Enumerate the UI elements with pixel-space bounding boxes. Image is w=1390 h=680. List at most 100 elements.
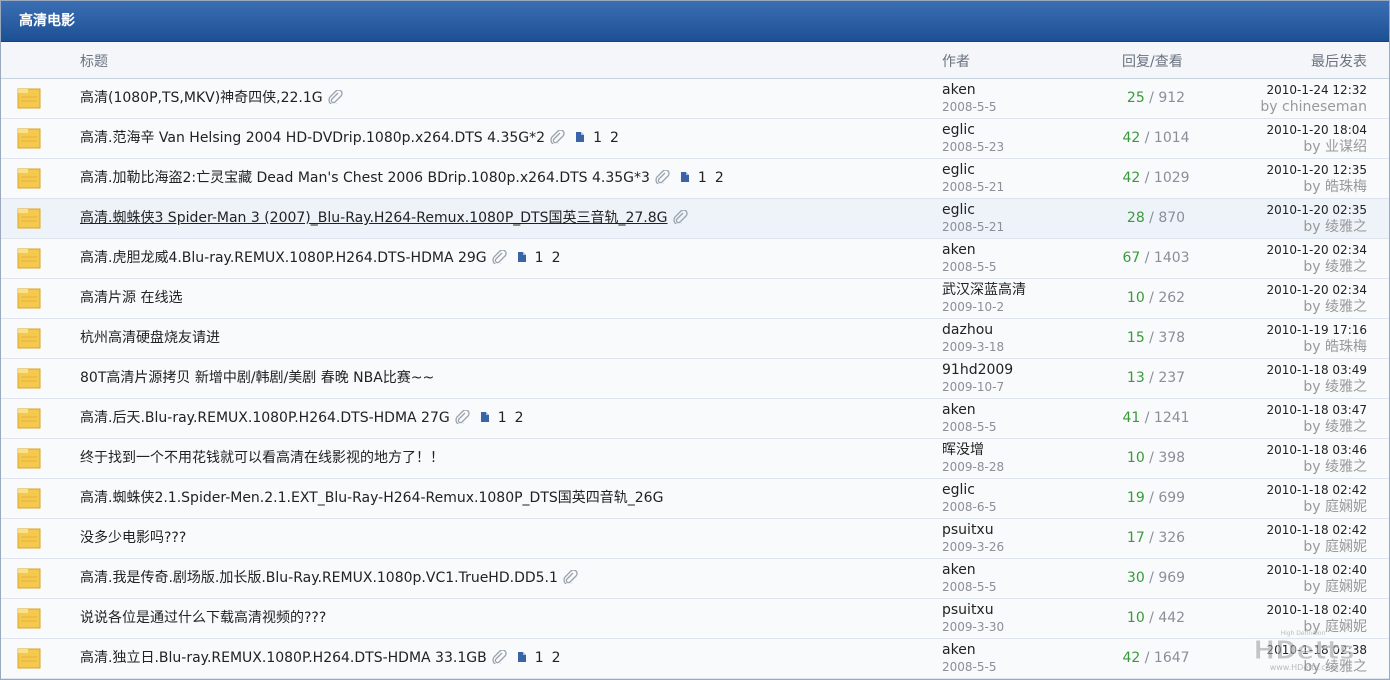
view-count: 1029 bbox=[1153, 170, 1190, 186]
author-name[interactable]: 武汉深蓝高清 bbox=[942, 282, 1026, 298]
thread-title-link[interactable]: 高清.独立日.Blu-ray.REMUX.1080P.H264.DTS-HDMA… bbox=[80, 650, 487, 666]
last-post-date[interactable]: 2010-1-18 02:42 bbox=[1267, 482, 1368, 499]
column-last-post: 最后发表 bbox=[1311, 54, 1367, 70]
thread-row: 没多少电影吗??? psuitxu 2009-3-26 17 / 326 2010-1-… bbox=[1, 519, 1389, 559]
last-poster-name[interactable]: 绫雅之 bbox=[1325, 259, 1367, 275]
author-post-date: 2009-3-18 bbox=[942, 340, 1005, 354]
last-post-date[interactable]: 2010-1-18 02:42 bbox=[1267, 522, 1368, 539]
thread-title-link[interactable]: 说说各位是通过什么下载高清视频的??? bbox=[80, 610, 326, 626]
forum-title[interactable]: 高清电影 bbox=[1, 1, 1389, 42]
author-post-date: 2008-5-5 bbox=[942, 580, 997, 594]
last-post-date[interactable]: 2010-1-20 12:35 bbox=[1267, 162, 1368, 179]
author-name[interactable]: aken bbox=[942, 562, 976, 578]
thread-title-cell: 高清.独立日.Blu-ray.REMUX.1080P.H264.DTS-HDMA… bbox=[80, 639, 561, 678]
last-poster-name[interactable]: 绫雅之 bbox=[1325, 379, 1367, 395]
author-name[interactable]: eglic bbox=[942, 482, 975, 498]
reply-view-stats: 25 / 912 bbox=[1061, 79, 1251, 118]
author-name[interactable]: eglic bbox=[942, 162, 975, 178]
last-poster-name[interactable]: 庭娴妮 bbox=[1325, 579, 1367, 595]
last-post-date[interactable]: 2010-1-20 02:34 bbox=[1267, 242, 1368, 259]
thread-title-link[interactable]: 高清.范海辛 Van Helsing 2004 HD-DVDrip.1080p.… bbox=[80, 130, 545, 146]
thread-title-link[interactable]: 终于找到一个不用花钱就可以看高清在线影视的地方了！！ bbox=[80, 450, 444, 466]
thread-folder-icon bbox=[17, 647, 41, 669]
thread-title-cell: 高清.加勒比海盗2:亡灵宝藏 Dead Man's Chest 2006 BDr… bbox=[80, 159, 724, 198]
by-prefix: by bbox=[1303, 419, 1321, 435]
thread-title-link[interactable]: 高清片源 在线选 bbox=[80, 290, 182, 306]
author-name[interactable]: psuitxu bbox=[942, 522, 994, 538]
last-poster-name[interactable]: 业谋绍 bbox=[1325, 139, 1367, 155]
last-post-date[interactable]: 2010-1-24 12:32 bbox=[1260, 82, 1368, 99]
last-poster-name[interactable]: 绫雅之 bbox=[1325, 459, 1367, 475]
page-link[interactable]: 1 bbox=[535, 650, 544, 666]
thread-title-link[interactable]: 没多少电影吗??? bbox=[80, 530, 186, 546]
last-poster-name[interactable]: 皓珠梅 bbox=[1325, 339, 1367, 355]
last-post-date[interactable]: 2010-1-18 03:47 bbox=[1267, 402, 1368, 419]
last-poster-name[interactable]: 庭娴妮 bbox=[1325, 499, 1367, 515]
last-post-date[interactable]: 2010-1-18 03:46 bbox=[1267, 442, 1368, 459]
by-prefix: by bbox=[1303, 379, 1321, 395]
by-prefix: by bbox=[1303, 459, 1321, 475]
author-name[interactable]: aken bbox=[942, 242, 976, 258]
author-name[interactable]: aken bbox=[942, 82, 976, 98]
author-name[interactable]: 91hd2009 bbox=[942, 362, 1013, 378]
thread-title-link[interactable]: 高清.蜘蛛侠3 Spider-Man 3 (2007)_Blu-Ray.H264… bbox=[80, 210, 668, 226]
thread-title-link[interactable]: 杭州高清硬盘烧友请进 bbox=[80, 330, 220, 346]
last-poster-name[interactable]: 绫雅之 bbox=[1325, 219, 1367, 235]
author-name[interactable]: eglic bbox=[942, 122, 975, 138]
last-post-date[interactable]: 2010-1-18 03:49 bbox=[1267, 362, 1368, 379]
last-post-date[interactable]: 2010-1-19 17:16 bbox=[1267, 322, 1368, 339]
last-poster-name[interactable]: 皓珠梅 bbox=[1325, 179, 1367, 195]
page-link[interactable]: 2 bbox=[552, 250, 561, 266]
thread-title-cell: 高清.后天.Blu-ray.REMUX.1080P.H264.DTS-HDMA … bbox=[80, 399, 524, 438]
last-post-date[interactable]: 2010-1-20 02:34 bbox=[1267, 282, 1368, 299]
page-link[interactable]: 2 bbox=[552, 650, 561, 666]
author-name[interactable]: 晖没增 bbox=[942, 442, 984, 458]
page-link[interactable]: 1 bbox=[593, 130, 602, 146]
last-poster-name[interactable]: chineseman bbox=[1282, 99, 1367, 115]
last-post-by: by 庭娴妮 bbox=[1267, 539, 1367, 556]
thread-title-link[interactable]: 高清.蜘蛛侠2.1.Spider-Men.2.1.EXT_Blu-Ray-H26… bbox=[80, 490, 663, 506]
author-post-date: 2008-5-5 bbox=[942, 100, 997, 114]
author-name[interactable]: eglic bbox=[942, 202, 975, 218]
last-poster-name[interactable]: 庭娴妮 bbox=[1325, 539, 1367, 555]
author-name[interactable]: dazhou bbox=[942, 322, 993, 338]
last-post-date[interactable]: 2010-1-20 02:35 bbox=[1267, 202, 1368, 219]
last-post-date[interactable]: 2010-1-20 18:04 bbox=[1267, 122, 1368, 139]
last-poster-name[interactable]: 绫雅之 bbox=[1325, 419, 1367, 435]
thread-folder-icon bbox=[17, 527, 41, 549]
author-post-date: 2008-5-21 bbox=[942, 220, 1005, 234]
thread-folder-icon bbox=[17, 567, 41, 589]
author-cell: dazhou 2009-3-18 bbox=[942, 322, 1004, 356]
page-link[interactable]: 2 bbox=[610, 130, 619, 146]
watermark-url: www.HDetts.com bbox=[1270, 663, 1339, 672]
thread-title-link[interactable]: 高清(1080P,TS,MKV)神奇四侠,22.1G bbox=[80, 90, 323, 106]
stats-separator: / bbox=[1140, 410, 1154, 426]
thread-title-link[interactable]: 高清.我是传奇.剧场版.加长版.Blu-Ray.REMUX.1080p.VC1.… bbox=[80, 570, 558, 586]
last-post-date[interactable]: 2010-1-18 02:40 bbox=[1267, 602, 1368, 619]
author-post-date: 2008-5-21 bbox=[942, 180, 1005, 194]
thread-row: 高清.蜘蛛侠2.1.Spider-Men.2.1.EXT_Blu-Ray-H26… bbox=[1, 479, 1389, 519]
author-name[interactable]: aken bbox=[942, 402, 976, 418]
author-name[interactable]: aken bbox=[942, 642, 976, 658]
thread-title-link[interactable]: 高清.加勒比海盗2:亡灵宝藏 Dead Man's Chest 2006 BDr… bbox=[80, 170, 650, 186]
page-link[interactable]: 2 bbox=[515, 410, 524, 426]
reply-view-stats: 13 / 237 bbox=[1061, 359, 1251, 398]
thread-title-link[interactable]: 高清.虎胆龙威4.Blu-ray.REMUX.1080P.H264.DTS-HD… bbox=[80, 250, 487, 266]
last-post-date[interactable]: 2010-1-18 02:40 bbox=[1267, 562, 1368, 579]
by-prefix: by bbox=[1303, 539, 1321, 555]
page-link[interactable]: 2 bbox=[715, 170, 724, 186]
page-link[interactable]: 1 bbox=[698, 170, 707, 186]
attachment-icon bbox=[654, 161, 670, 186]
author-name[interactable]: psuitxu bbox=[942, 602, 994, 618]
author-cell: 晖没增 2009-8-28 bbox=[942, 442, 1004, 476]
thread-folder-icon bbox=[17, 447, 41, 469]
last-post-by: by 绫雅之 bbox=[1267, 459, 1367, 476]
last-poster-name[interactable]: 绫雅之 bbox=[1325, 299, 1367, 315]
page-link[interactable]: 1 bbox=[535, 250, 544, 266]
thread-title-link[interactable]: 80T高清片源拷贝 新增中剧/韩剧/美剧 春晚 NBA比赛~~ bbox=[80, 370, 434, 386]
thread-title-link[interactable]: 高清.后天.Blu-ray.REMUX.1080P.H264.DTS-HDMA … bbox=[80, 410, 450, 426]
page-link[interactable]: 1 bbox=[498, 410, 507, 426]
thread-folder-icon bbox=[17, 127, 41, 149]
author-post-date: 2008-5-5 bbox=[942, 260, 997, 274]
thread-title-cell: 高清.蜘蛛侠3 Spider-Man 3 (2007)_Blu-Ray.H264… bbox=[80, 199, 688, 238]
